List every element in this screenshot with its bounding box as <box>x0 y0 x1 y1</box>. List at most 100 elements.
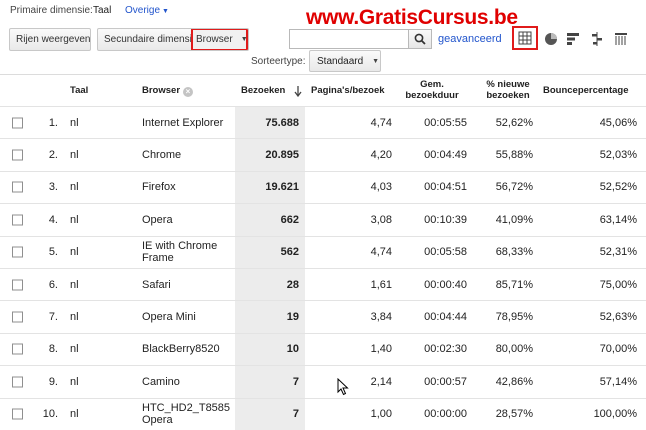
secondary-dimension-button[interactable]: Secundaire dimensie Browser ▼ <box>97 28 249 51</box>
row-checkbox[interactable] <box>12 376 23 388</box>
cell-browser[interactable]: Firefox <box>142 181 237 193</box>
view-performance-button[interactable] <box>563 29 583 49</box>
cell-taal: nl <box>70 181 79 194</box>
comparison-icon <box>592 32 602 46</box>
row-checkbox[interactable] <box>12 214 23 226</box>
cell-nieuwe-bezoeken: 78,95% <box>495 311 533 324</box>
show-rows-button[interactable]: Rijen weergeven <box>9 28 91 51</box>
cell-bouncepercentage: 75,00% <box>599 278 637 291</box>
caret-down-icon: ▼ <box>240 36 248 43</box>
header-paginas[interactable]: Pagina's/bezoek <box>311 85 393 96</box>
view-pie-button[interactable] <box>541 29 561 49</box>
cell-browser[interactable]: Chrome <box>142 149 237 161</box>
row-checkbox[interactable] <box>12 117 23 129</box>
cell-browser[interactable]: IE with Chrome Frame <box>142 240 237 264</box>
cell-bezoekduur: 00:00:40 <box>424 278 467 291</box>
table-row: 9. nl Camino 7 2,14 00:00:57 42,86% 57,14% <box>0 365 646 397</box>
cell-taal: nl <box>70 278 79 291</box>
row-index: 8. <box>48 343 58 356</box>
header-taal[interactable]: Taal <box>70 85 88 96</box>
header-bouncepercentage[interactable]: Bouncepercentage <box>543 85 640 96</box>
header-browser-label: Browser <box>142 85 181 96</box>
cell-nieuwe-bezoeken: 41,09% <box>495 213 533 226</box>
cell-taal: nl <box>70 149 79 162</box>
cell-bezoeken: 28 <box>286 278 299 291</box>
remove-dimension-icon[interactable]: × <box>183 87 194 97</box>
cell-paginas: 4,74 <box>370 246 392 259</box>
row-index: 5. <box>48 246 58 259</box>
row-index: 1. <box>48 116 58 129</box>
row-checkbox[interactable] <box>12 311 23 323</box>
table-row: 8. nl BlackBerry8520 10 1,40 00:02:30 80,00% 70… <box>0 332 646 365</box>
cell-bouncepercentage: 57,14% <box>599 375 637 388</box>
table-row: 5. nl IE with Chrome Frame 562 4,74 00:05:58 6… <box>0 235 646 268</box>
data-table: Taal Browser × Bezoeken Pagina's/bezoek G… <box>0 74 646 430</box>
table-row: 7. nl Opera Mini 19 3,84 00:04:44 78,95% 52,63% <box>0 300 646 332</box>
row-checkbox[interactable] <box>12 279 23 291</box>
search-input[interactable] <box>289 29 409 49</box>
caret-down-icon: ▼ <box>162 8 169 15</box>
table-row: 2. nl Chrome 20.895 4,20 00:04:49 55,88% 52,03% <box>0 138 646 170</box>
row-checkbox[interactable] <box>12 181 23 193</box>
row-index: 6. <box>48 278 58 291</box>
table-row: 1. nl Internet Explorer 75.688 4,74 00:05:55 5… <box>0 106 646 138</box>
table-row: 4. nl Opera 662 3,08 00:10:39 41,09% 63,14% <box>0 203 646 235</box>
cell-bezoekduur: 00:10:39 <box>424 213 467 226</box>
sort-type-select[interactable]: Standaard ▼ <box>309 50 381 72</box>
header-browser[interactable]: Browser × <box>142 85 237 97</box>
cell-bezoeken: 562 <box>280 246 299 259</box>
cell-nieuwe-bezoeken: 80,00% <box>495 343 533 356</box>
cell-bezoeken: 7 <box>292 408 299 421</box>
cell-nieuwe-bezoeken: 56,72% <box>495 181 533 194</box>
header-bezoekduur[interactable]: Gem. bezoekduur <box>404 79 460 101</box>
cell-bouncepercentage: 63,14% <box>599 213 637 226</box>
cell-taal: nl <box>70 311 79 324</box>
header-nieuwe-bezoeken[interactable]: % nieuwe bezoeken <box>482 79 534 101</box>
cell-bouncepercentage: 52,63% <box>599 311 637 324</box>
cell-browser[interactable]: Camino <box>142 376 237 388</box>
cell-bezoekduur: 00:05:55 <box>424 116 467 129</box>
cell-nieuwe-bezoeken: 52,62% <box>495 116 533 129</box>
primary-dimension-other-link[interactable]: Overige ▼ <box>125 5 169 16</box>
secondary-dimension-select[interactable]: Browser ▼ <box>191 29 248 50</box>
cell-bezoekduur: 00:04:44 <box>424 311 467 324</box>
primary-dimension-current[interactable]: Taal <box>93 5 111 16</box>
row-checkbox[interactable] <box>12 246 23 258</box>
cell-nieuwe-bezoeken: 68,33% <box>495 246 533 259</box>
row-index: 10. <box>42 408 58 421</box>
cell-bezoekduur: 00:04:49 <box>424 149 467 162</box>
cell-browser[interactable]: Safari <box>142 279 237 291</box>
cell-nieuwe-bezoeken: 42,86% <box>495 375 533 388</box>
cell-browser[interactable]: Opera <box>142 214 237 226</box>
cell-bezoekduur: 00:04:51 <box>424 181 467 194</box>
cell-bezoeken: 662 <box>280 213 299 226</box>
search-button[interactable] <box>408 29 432 49</box>
cell-paginas: 1,61 <box>370 278 392 291</box>
cell-taal: nl <box>70 246 79 259</box>
cell-bezoekduur: 00:05:58 <box>424 246 467 259</box>
cell-bouncepercentage: 52,52% <box>599 181 637 194</box>
cell-bezoeken: 75.688 <box>265 116 299 129</box>
view-table-button[interactable] <box>512 26 538 50</box>
row-index: 2. <box>48 149 58 162</box>
cell-taal: nl <box>70 343 79 356</box>
view-pivot-button[interactable] <box>611 29 631 49</box>
row-checkbox[interactable] <box>12 343 23 355</box>
cell-browser[interactable]: BlackBerry8520 <box>142 343 237 355</box>
cell-browser[interactable]: Opera Mini <box>142 311 237 323</box>
cell-browser[interactable]: HTC_HD2_T8585 Opera <box>142 402 237 426</box>
sort-type-label: Sorteertype: <box>251 56 306 67</box>
secondary-dimension-label: Secundaire dimensie <box>104 34 198 45</box>
cell-bezoekduur: 00:00:00 <box>424 408 467 421</box>
cell-taal: nl <box>70 408 79 421</box>
row-checkbox[interactable] <box>12 149 23 161</box>
cell-browser[interactable]: Internet Explorer <box>142 117 237 129</box>
cell-paginas: 4,74 <box>370 116 392 129</box>
advanced-filter-link[interactable]: geavanceerd <box>438 33 502 45</box>
sort-type-value: Standaard <box>317 55 364 67</box>
view-comparison-button[interactable] <box>587 29 607 49</box>
table-row: 10. nl HTC_HD2_T8585 Opera 7 1,00 00:00:00 28,… <box>0 397 646 430</box>
secondary-dimension-value: Browser <box>196 34 233 45</box>
row-checkbox[interactable] <box>12 408 23 420</box>
show-rows-label: Rijen weergeven <box>16 34 91 45</box>
